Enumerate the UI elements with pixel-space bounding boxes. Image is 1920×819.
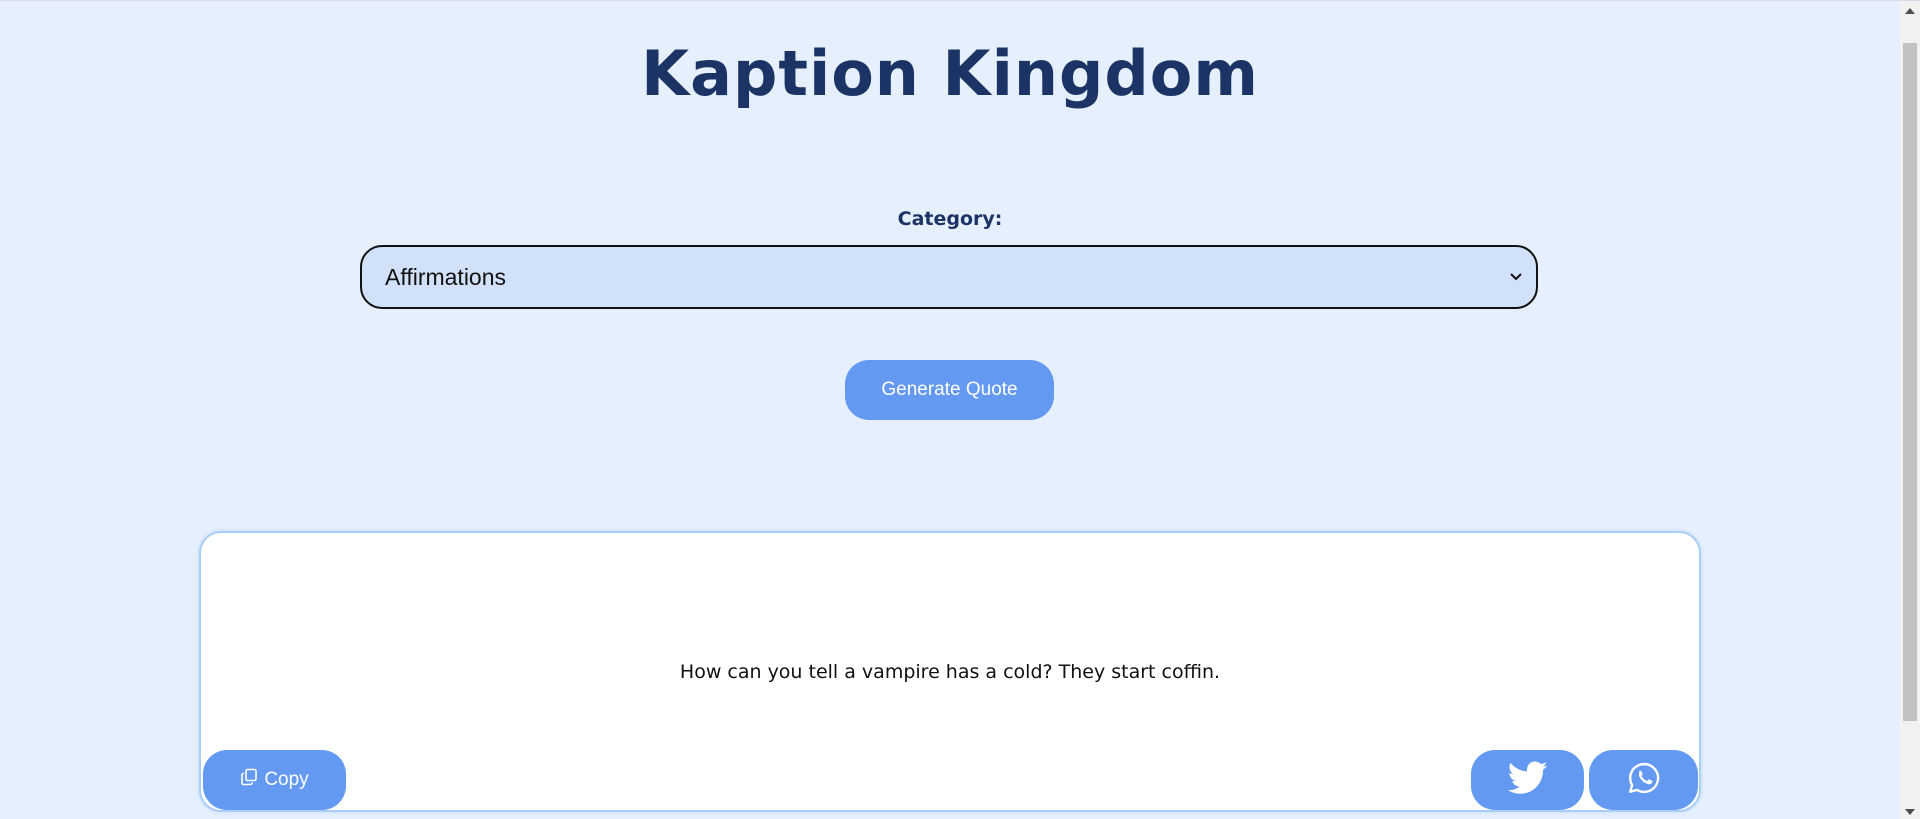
chevron-down-icon xyxy=(1506,273,1526,281)
scroll-up-arrow-icon[interactable] xyxy=(1905,8,1915,14)
category-select[interactable]: Affirmations xyxy=(360,245,1538,309)
vertical-scrollbar[interactable] xyxy=(1900,1,1920,819)
copy-button[interactable]: Copy xyxy=(203,750,346,810)
scrollbar-thumb[interactable] xyxy=(1903,43,1917,721)
whatsapp-share-button[interactable] xyxy=(1589,750,1698,810)
generate-quote-button[interactable]: Generate Quote xyxy=(845,360,1054,420)
scroll-down-arrow-icon[interactable] xyxy=(1905,809,1915,815)
twitter-icon xyxy=(1507,761,1548,799)
category-label: Category: xyxy=(897,208,1003,230)
copy-icon xyxy=(240,768,258,792)
twitter-share-button[interactable] xyxy=(1471,750,1584,810)
category-selected-value: Affirmations xyxy=(385,263,507,290)
quote-text: How can you tell a vampire has a cold? T… xyxy=(679,661,1221,683)
whatsapp-icon xyxy=(1627,761,1661,799)
app-title: Kaption Kingdom xyxy=(641,37,1259,110)
quote-card: How can you tell a vampire has a cold? T… xyxy=(199,531,1701,812)
page: Kaption Kingdom Category: Affirmations G… xyxy=(0,0,1920,819)
copy-button-label: Copy xyxy=(264,769,309,790)
